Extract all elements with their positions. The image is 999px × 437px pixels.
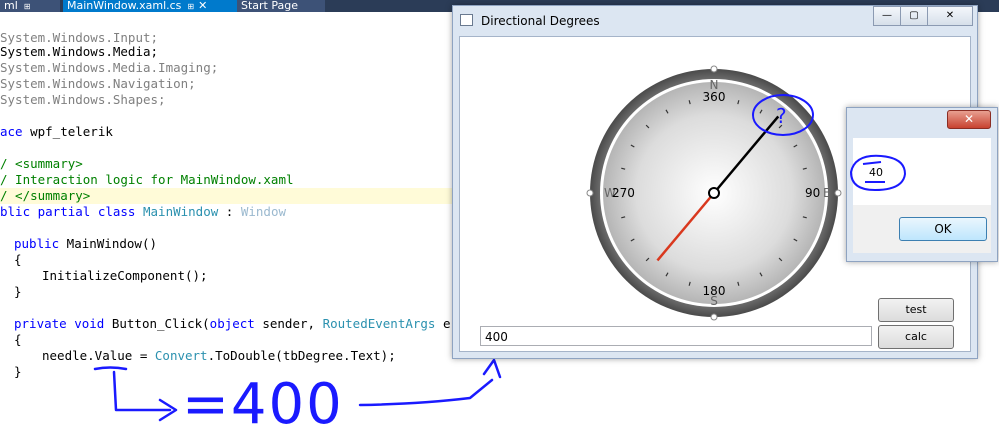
degree-label-180: 180 [703, 284, 726, 298]
long-arrowhead-stroke [482, 358, 502, 379]
message-close-button[interactable]: ✕ [947, 110, 991, 129]
underline-stroke [93, 366, 128, 371]
caption-buttons: — ▢ ✕ [873, 6, 973, 26]
message-box: ✕ 40 OK [846, 107, 998, 262]
resize-handle-top[interactable] [710, 65, 718, 73]
handwritten-value: =400 [182, 372, 344, 437]
east-label: E [823, 186, 831, 200]
arrow-stroke [112, 370, 172, 412]
window-icon [460, 14, 473, 26]
test-button[interactable]: test [878, 298, 954, 322]
long-arrow-stroke [358, 378, 494, 407]
resize-handle-right[interactable] [834, 189, 842, 197]
degree-label-360: 360 [703, 90, 726, 104]
close-button[interactable]: ✕ [927, 6, 973, 26]
ok-button[interactable]: OK [899, 217, 987, 241]
resize-handle-bottom[interactable] [710, 313, 718, 321]
maximize-button[interactable]: ▢ [900, 6, 928, 26]
message-body: 40 [849, 138, 991, 205]
resize-handle-left[interactable] [586, 189, 594, 197]
ink-question-mark: ? [776, 104, 787, 128]
message-footer: OK [853, 205, 991, 253]
needle-pivot [708, 187, 720, 199]
degree-input[interactable]: 400 [480, 326, 872, 346]
window-title: Directional Degrees [481, 14, 600, 28]
degree-label-90: 90 [805, 186, 820, 200]
ink-circle-annotation [849, 154, 907, 192]
calc-button[interactable]: calc [878, 325, 954, 349]
degree-label-270: 270 [612, 186, 635, 200]
minimize-button[interactable]: — [873, 6, 901, 26]
